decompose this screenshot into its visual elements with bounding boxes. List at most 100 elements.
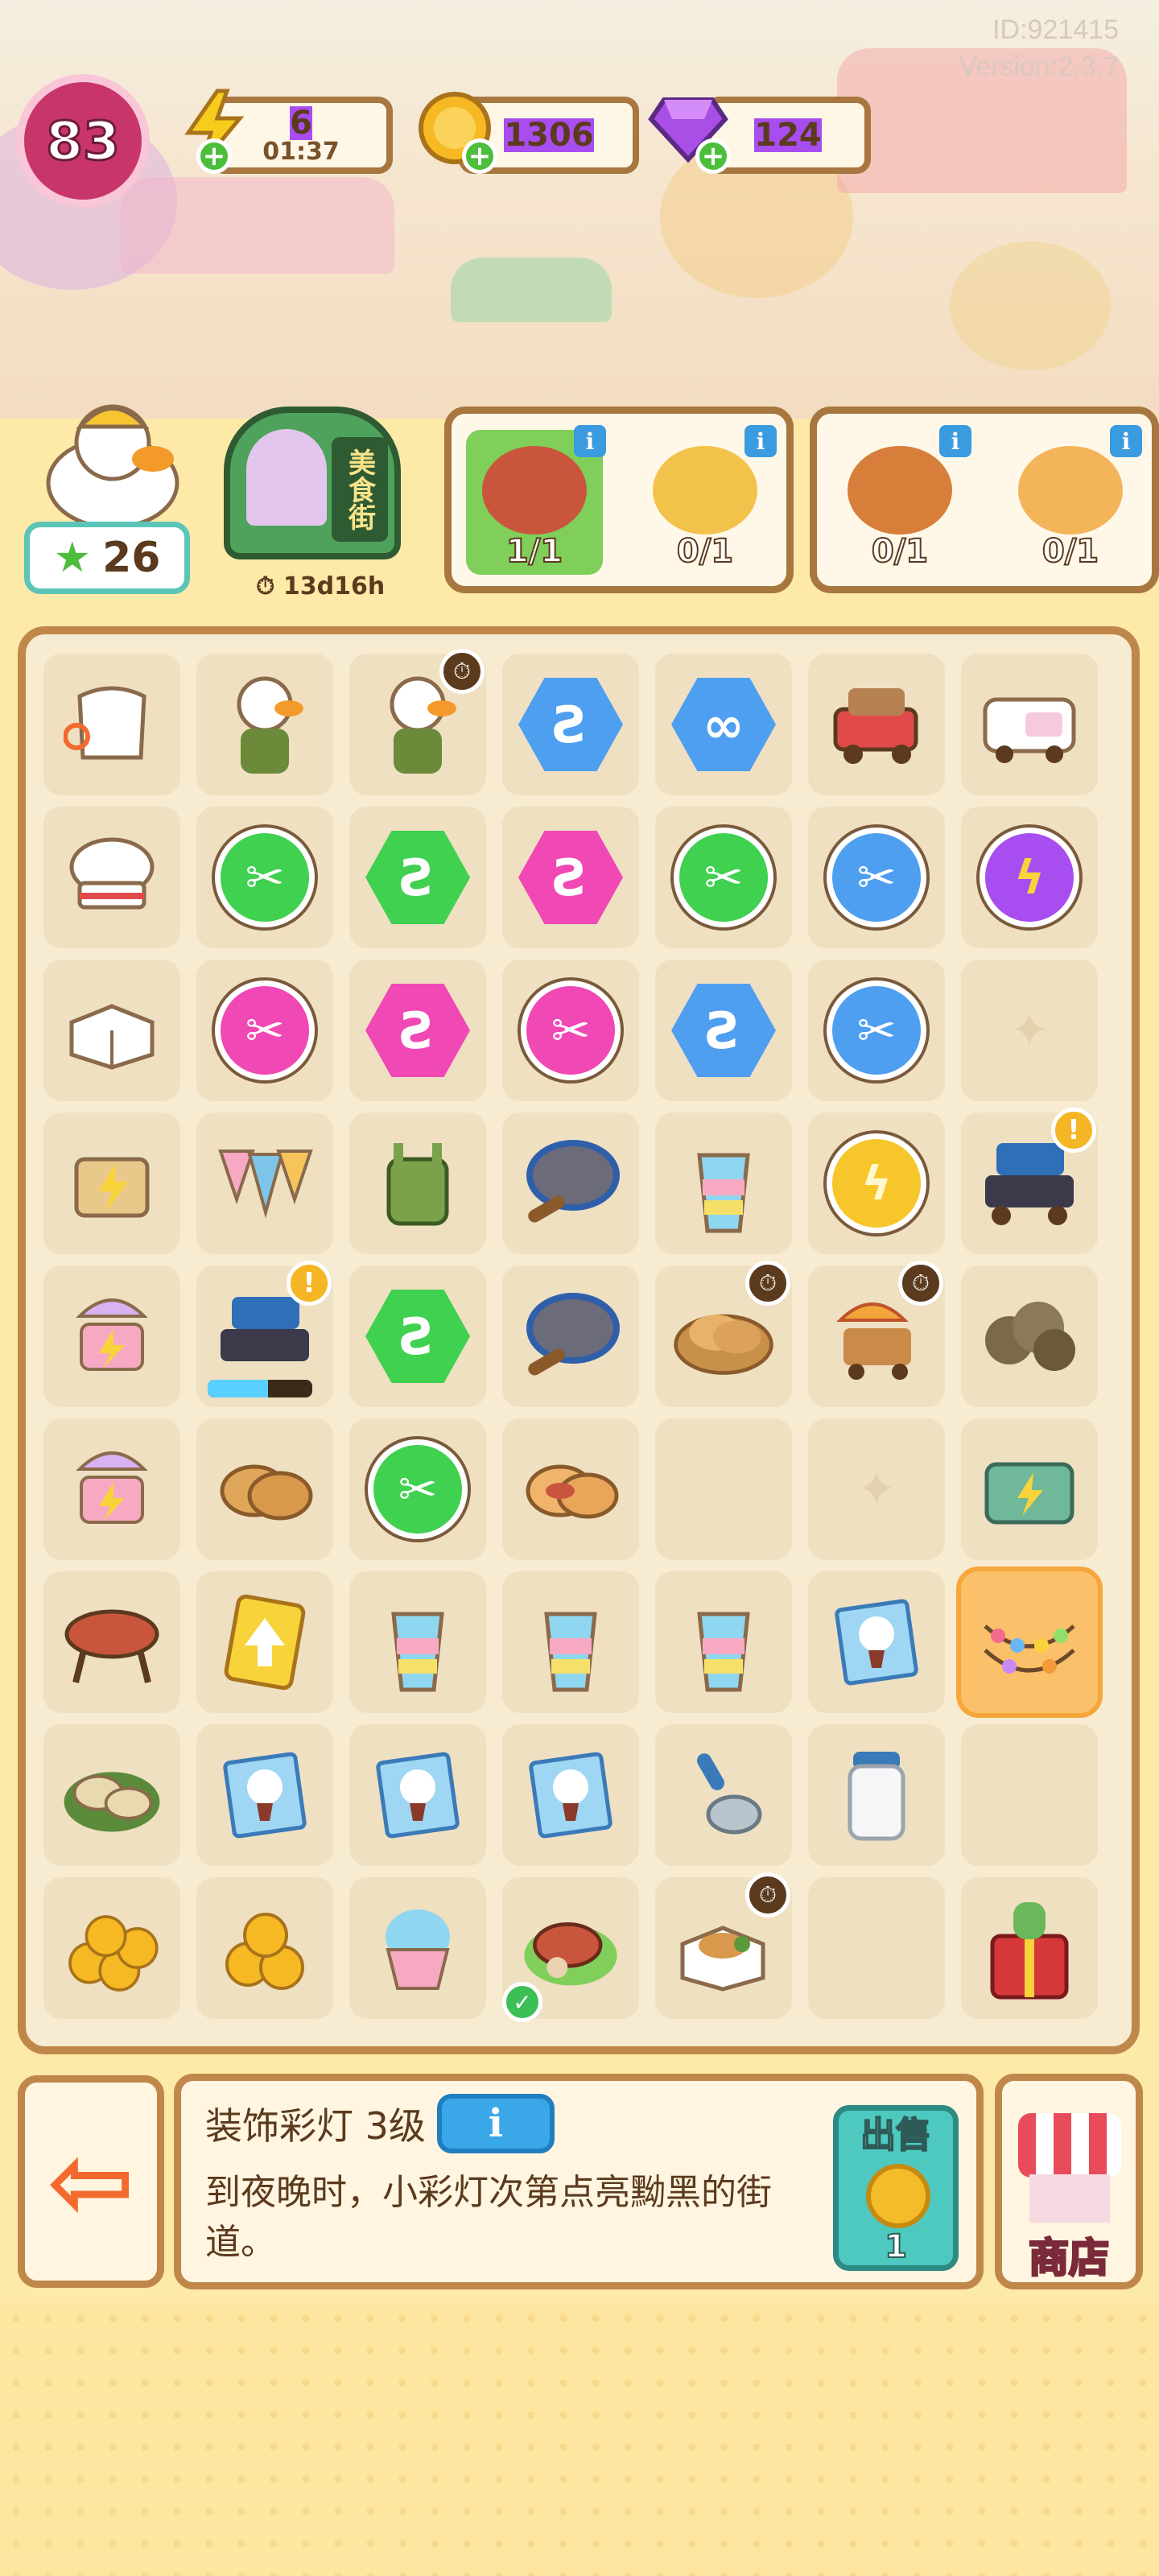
pink-scissors-icon[interactable]: ✂ bbox=[521, 980, 621, 1080]
rainbow-drink-icon[interactable] bbox=[671, 1131, 776, 1236]
smoke-pile-icon[interactable] bbox=[977, 1284, 1082, 1389]
pancakes-icon[interactable] bbox=[212, 1437, 317, 1542]
chef-hat-icon[interactable] bbox=[60, 825, 164, 930]
board-cell[interactable] bbox=[655, 1571, 792, 1713]
apron-icon[interactable] bbox=[60, 672, 164, 777]
board-cell[interactable]: ✂ bbox=[196, 960, 333, 1101]
board-cell[interactable] bbox=[808, 1877, 945, 2019]
board-cell[interactable] bbox=[349, 1877, 486, 2019]
green-hex-gem-icon[interactable]: Ƨ bbox=[365, 831, 470, 924]
purple-energy-icon[interactable]: ϟ bbox=[980, 828, 1079, 927]
board-cell[interactable]: ! bbox=[196, 1261, 333, 1407]
takeout-box-icon[interactable] bbox=[60, 978, 164, 1083]
order-info-button[interactable]: i bbox=[1110, 425, 1142, 457]
steak-plate-icon[interactable] bbox=[518, 1896, 623, 2000]
board-cell[interactable] bbox=[43, 1113, 180, 1254]
order-slot-tiger-duck[interactable]: i 0/1 bbox=[1002, 425, 1142, 575]
board-cell[interactable] bbox=[196, 654, 333, 795]
board-cell[interactable] bbox=[808, 654, 945, 795]
board-cell[interactable]: ⏱ bbox=[655, 1261, 792, 1407]
gem-plus-button[interactable]: + bbox=[695, 138, 731, 174]
coin-pile-icon[interactable] bbox=[212, 1896, 317, 2000]
board-cell[interactable] bbox=[502, 1265, 639, 1407]
board-cell[interactable] bbox=[196, 1877, 333, 2019]
board-cell[interactable]: ✂ bbox=[196, 807, 333, 948]
order-panel-1[interactable]: i 1/1 i 0/1 bbox=[444, 407, 794, 593]
board-cell[interactable]: Ƨ bbox=[502, 807, 639, 948]
board-cell[interactable] bbox=[808, 1724, 945, 1866]
energy-case-icon[interactable] bbox=[977, 1437, 1082, 1542]
board-cell[interactable] bbox=[961, 654, 1098, 795]
board-cell[interactable] bbox=[349, 1724, 486, 1866]
umbrella-cart-icon[interactable] bbox=[60, 1284, 164, 1389]
energy-coin-icon[interactable]: ϟ bbox=[827, 1133, 926, 1233]
rainbow-drink-icon[interactable] bbox=[518, 1590, 623, 1695]
green-scissors-icon[interactable]: ✂ bbox=[215, 828, 315, 927]
star-counter[interactable]: ★ 26 bbox=[24, 522, 190, 594]
board-cell[interactable]: ✂ bbox=[502, 960, 639, 1101]
blue-hex-gem-icon[interactable]: Ƨ bbox=[518, 678, 623, 771]
board-cell[interactable]: Ƨ bbox=[349, 807, 486, 948]
overalls-icon[interactable] bbox=[365, 1131, 470, 1236]
board-cell-selected[interactable] bbox=[956, 1567, 1103, 1718]
board-cell[interactable] bbox=[961, 1724, 1098, 1866]
milk-jar-icon[interactable] bbox=[824, 1743, 929, 1847]
board-cell[interactable] bbox=[808, 1571, 945, 1713]
pink-hex-gem-icon[interactable]: Ƨ bbox=[365, 984, 470, 1077]
pink-scissors-icon[interactable]: ✂ bbox=[215, 980, 315, 1080]
board-cell[interactable]: ✦ bbox=[961, 960, 1098, 1101]
duck-poster-icon[interactable] bbox=[824, 1590, 929, 1695]
board-cell[interactable] bbox=[43, 1571, 180, 1713]
order-slot-salad[interactable]: i 0/1 bbox=[831, 425, 971, 575]
duck-vendor-icon[interactable] bbox=[212, 672, 317, 777]
board-cell[interactable]: ⏱ bbox=[349, 649, 486, 795]
order-panel-2[interactable]: i 0/1 i 0/1 bbox=[810, 407, 1159, 593]
delivery-truck-icon[interactable] bbox=[824, 672, 929, 777]
duck-mascot[interactable] bbox=[32, 394, 193, 531]
frying-pan-icon[interactable] bbox=[518, 1131, 623, 1236]
board-cell[interactable] bbox=[43, 654, 180, 795]
board-cell[interactable]: Ƨ bbox=[502, 654, 639, 795]
duck-poster-icon[interactable] bbox=[212, 1743, 317, 1847]
board-cell[interactable] bbox=[43, 1724, 180, 1866]
board-cell[interactable] bbox=[655, 1724, 792, 1866]
rainbow-drink-icon[interactable] bbox=[365, 1590, 470, 1695]
shop-button[interactable]: 商店 bbox=[995, 2074, 1143, 2289]
board-cell[interactable] bbox=[655, 1418, 792, 1560]
board-cell[interactable]: ✂ bbox=[349, 1418, 486, 1560]
player-level-badge[interactable]: 83 bbox=[16, 74, 150, 208]
board-cell[interactable]: ✂ bbox=[655, 807, 792, 948]
board-cell[interactable] bbox=[961, 1265, 1098, 1407]
order-info-button[interactable]: i bbox=[939, 425, 971, 457]
board-cell[interactable]: ⏱ bbox=[808, 1261, 945, 1407]
board-cell[interactable] bbox=[961, 1418, 1098, 1560]
upgrade-card-icon[interactable] bbox=[212, 1590, 317, 1695]
order-slot-steak[interactable]: i 1/1 bbox=[466, 425, 606, 575]
board-cell[interactable] bbox=[196, 1113, 333, 1254]
board-cell[interactable] bbox=[43, 1877, 180, 2019]
board-cell[interactable]: ∞ bbox=[655, 654, 792, 795]
oyster-plate-icon[interactable] bbox=[60, 1743, 164, 1847]
board-cell[interactable] bbox=[43, 807, 180, 948]
board-cell[interactable]: Ƨ bbox=[655, 960, 792, 1101]
blue-scissors-icon[interactable]: ✂ bbox=[827, 828, 926, 927]
board-cell[interactable] bbox=[196, 1418, 333, 1560]
board-cell[interactable] bbox=[196, 1571, 333, 1713]
rainbow-drink-icon[interactable] bbox=[671, 1590, 776, 1695]
order-info-button[interactable]: i bbox=[574, 425, 606, 457]
board-cell[interactable]: ! bbox=[961, 1108, 1098, 1254]
infinite-hex-gem-icon[interactable]: ∞ bbox=[671, 678, 776, 771]
order-info-button[interactable]: i bbox=[744, 425, 777, 457]
food-truck-icon[interactable] bbox=[977, 672, 1082, 777]
exit-button[interactable]: ⇦ bbox=[18, 2075, 164, 2288]
board-cell[interactable]: ϟ bbox=[961, 807, 1098, 948]
green-scissors-icon[interactable]: ✂ bbox=[674, 828, 773, 927]
frying-pan-icon[interactable] bbox=[518, 1284, 623, 1389]
board-cell[interactable] bbox=[43, 1418, 180, 1560]
board-cell[interactable] bbox=[655, 1113, 792, 1254]
umbrella-cart-icon[interactable] bbox=[60, 1437, 164, 1542]
board-cell[interactable]: ✂ bbox=[808, 960, 945, 1101]
board-cell[interactable] bbox=[43, 960, 180, 1101]
board-cell[interactable]: ϟ bbox=[808, 1113, 945, 1254]
bbq-grill-icon[interactable] bbox=[60, 1590, 164, 1695]
